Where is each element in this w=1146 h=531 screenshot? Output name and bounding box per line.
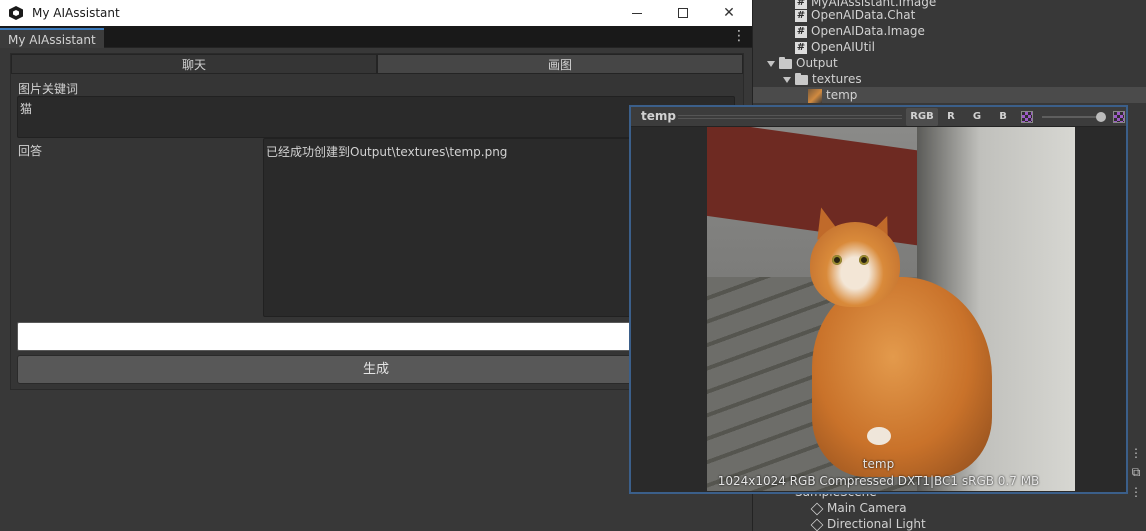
- mip-slider[interactable]: [1042, 116, 1100, 118]
- maximize-button[interactable]: [660, 0, 706, 26]
- cat-head: [810, 222, 900, 307]
- hierarchy-item[interactable]: Main Camera: [810, 500, 907, 516]
- cat-eye: [859, 255, 869, 265]
- mode-toolbar: 聊天 画图: [11, 54, 743, 74]
- channel-b-button[interactable]: B: [992, 108, 1014, 126]
- preview-caption-info: 1024x1024 RGB Compressed DXT1|BC1 sRGB 0…: [717, 474, 1040, 488]
- project-item-label: textures: [812, 72, 862, 86]
- project-item[interactable]: # OpenAIData.Image: [795, 23, 925, 39]
- project-item-temp[interactable]: temp: [753, 87, 1146, 103]
- unity-logo-icon: [8, 5, 24, 21]
- texture-preview-popup: temp RGB R G B temp 1024x1024 RGB Compre…: [629, 105, 1128, 494]
- project-item[interactable]: # OpenAIData.Chat: [795, 7, 915, 23]
- preview-caption-name: temp: [862, 457, 895, 471]
- project-item[interactable]: # OpenAIUtil: [795, 39, 875, 55]
- answer-label: 回答: [18, 144, 43, 158]
- minimize-icon: [632, 12, 642, 14]
- maximize-icon: [678, 8, 688, 18]
- more-options-icon[interactable]: ⋮: [1128, 445, 1144, 461]
- text-input[interactable]: [17, 322, 735, 351]
- window-title: My AIAssistant: [32, 6, 120, 20]
- channel-r-button[interactable]: R: [940, 108, 962, 126]
- hierarchy-item-label: Main Camera: [827, 501, 907, 515]
- alpha-toggle-icon[interactable]: [1021, 111, 1033, 123]
- image-tab-button[interactable]: 画图: [377, 54, 743, 74]
- channel-g-button[interactable]: G: [966, 108, 988, 126]
- more-options-icon[interactable]: ⋮: [1128, 484, 1144, 500]
- preview-title: temp: [641, 109, 676, 123]
- expand-arrow-icon[interactable]: [767, 60, 775, 67]
- checker-background-icon[interactable]: [1113, 111, 1125, 123]
- chat-tab-button[interactable]: 聊天: [11, 54, 377, 74]
- cat-eye: [832, 255, 842, 265]
- minimize-button[interactable]: [614, 0, 660, 26]
- cat-paw: [867, 427, 891, 445]
- hierarchy-item[interactable]: Directional Light: [810, 516, 926, 531]
- drag-handle[interactable]: [678, 115, 902, 119]
- keyword-label: 图片关键词: [18, 82, 79, 96]
- generate-button[interactable]: 生成: [17, 355, 735, 384]
- script-icon: #: [795, 9, 807, 22]
- tab-bar: My AIAssistant ⋮: [0, 26, 752, 48]
- channel-rgb-button[interactable]: RGB: [906, 108, 938, 126]
- close-button[interactable]: ✕: [706, 0, 752, 26]
- texture-icon: [808, 88, 822, 103]
- gameobject-icon: [810, 518, 824, 531]
- project-item-label: Output: [796, 56, 838, 70]
- cat-body: [812, 277, 992, 477]
- script-icon: #: [795, 41, 807, 54]
- script-icon: #: [795, 25, 807, 38]
- project-item-label: OpenAIData.Chat: [811, 8, 916, 22]
- close-icon: ✕: [723, 5, 735, 21]
- popout-icon[interactable]: ⧉: [1128, 464, 1144, 480]
- title-bar[interactable]: My AIAssistant ✕: [0, 0, 752, 26]
- mip-slider-handle[interactable]: [1096, 112, 1106, 122]
- keyword-field[interactable]: 猫: [17, 96, 735, 138]
- texture-image: [707, 127, 1075, 491]
- project-item-label: OpenAIData.Image: [811, 24, 925, 38]
- tab-my-aiassistant[interactable]: My AIAssistant: [0, 28, 104, 48]
- folder-icon: [779, 56, 792, 69]
- expand-arrow-icon[interactable]: [783, 76, 791, 83]
- project-folder-output[interactable]: Output: [767, 55, 838, 71]
- project-item-label: temp: [826, 88, 858, 102]
- more-options-icon[interactable]: ⋮: [732, 29, 746, 43]
- folder-icon: [795, 72, 808, 85]
- project-folder-textures[interactable]: textures: [783, 71, 862, 87]
- gameobject-icon: [810, 502, 824, 515]
- project-item-label: OpenAIUtil: [811, 40, 875, 54]
- hierarchy-item-label: Directional Light: [827, 517, 926, 531]
- preview-header[interactable]: temp RGB R G B: [631, 107, 1126, 127]
